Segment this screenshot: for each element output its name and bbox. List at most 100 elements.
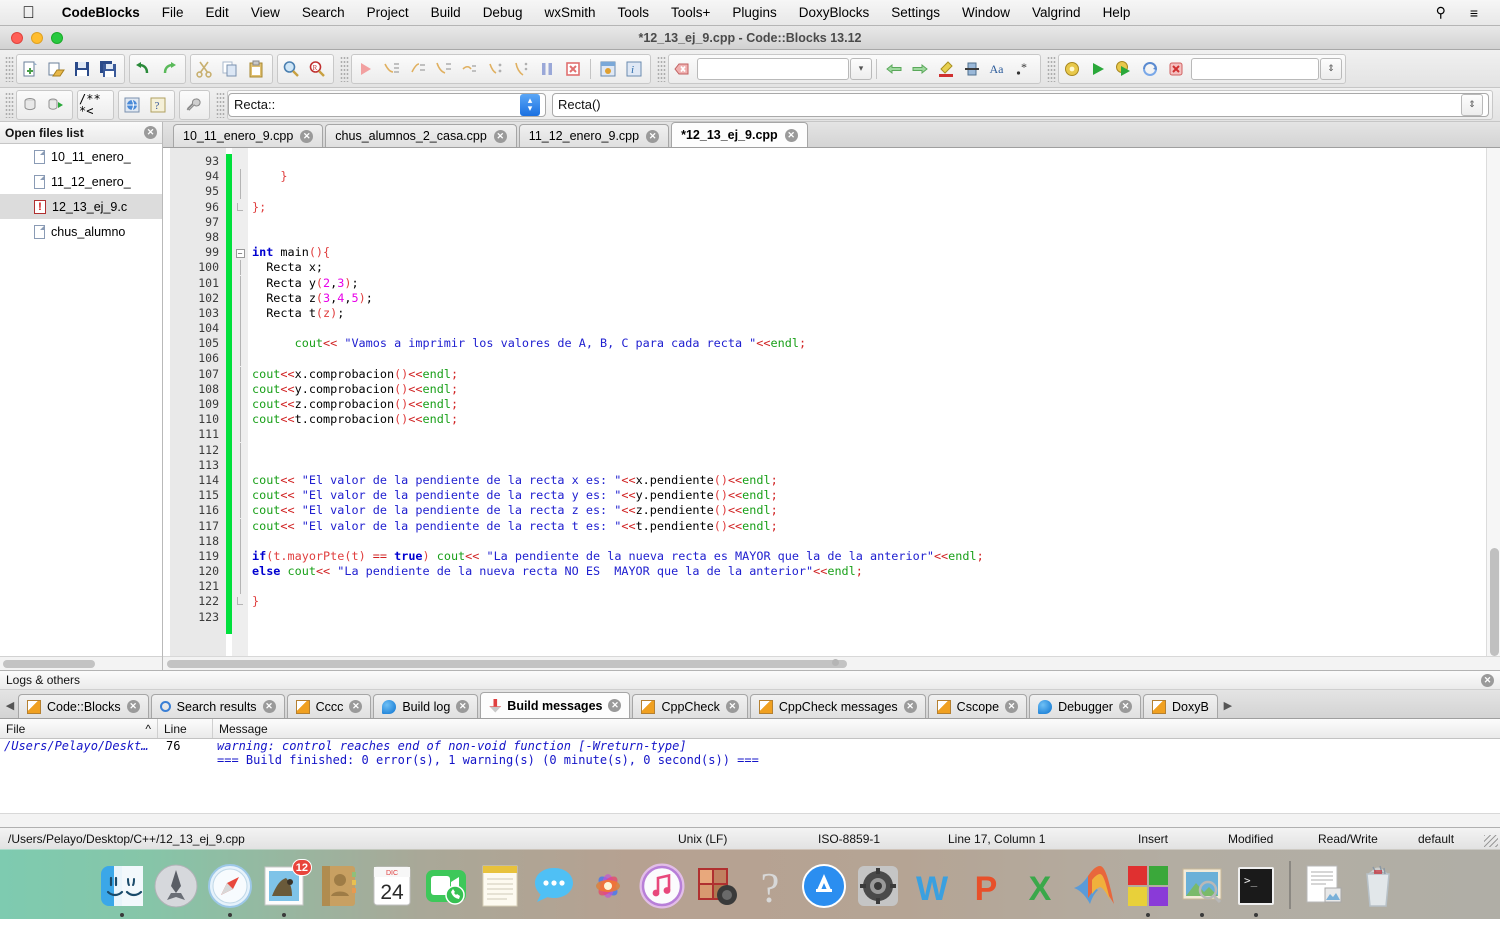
menu-item-help[interactable]: Help [1092, 5, 1142, 20]
dock-item-terminal[interactable]: >_ [1229, 853, 1283, 917]
code-line[interactable]: } [252, 169, 1486, 184]
doxyblocks-html-icon[interactable] [120, 93, 144, 117]
open-file-item-1[interactable]: 11_12_enero_ [0, 169, 162, 194]
log-tab-cccc[interactable]: Cccc ✕ [286, 694, 372, 718]
code-line[interactable]: cout<< "El valor de la pendiente de la r… [252, 473, 1486, 488]
code-editor[interactable]: 93 94 95 96 97 98 99 100 101 102 103 104 105 106 107 10… [163, 148, 1500, 656]
code-line[interactable] [252, 230, 1486, 245]
search-input[interactable] [697, 57, 849, 80]
next-icon[interactable] [908, 57, 932, 81]
column-header-file[interactable]: File ^ [0, 719, 158, 738]
run-icon[interactable] [1086, 57, 1110, 81]
close-icon[interactable]: ✕ [262, 700, 276, 713]
close-icon[interactable]: ✕ [646, 129, 660, 143]
code-line[interactable] [252, 321, 1486, 336]
fold-marker[interactable] [232, 275, 248, 291]
code-line[interactable]: cout<<t.comprobacion()<<endl; [252, 412, 1486, 427]
code-line[interactable]: cout<< "El valor de la pendiente de la r… [252, 503, 1486, 518]
fold-marker[interactable] [232, 594, 248, 609]
search-icon[interactable]: ⚲ [1424, 4, 1458, 21]
menu-item-tools[interactable]: Tools [607, 5, 661, 20]
code-line[interactable]: } [252, 594, 1486, 609]
toolbar-grip-search[interactable] [657, 55, 666, 82]
fold-marker[interactable] [232, 290, 248, 306]
dock-item-system-preferences[interactable] [851, 853, 905, 917]
open-file-item-2[interactable]: ! 12_13_ej_9.c [0, 194, 162, 219]
editor-tab-0[interactable]: 10_11_enero_9.cpp ✕ [173, 124, 324, 147]
block-comment-icon[interactable]: /** *< [79, 93, 109, 117]
fold-marker[interactable] [232, 397, 248, 412]
fold-marker[interactable] [232, 305, 248, 321]
copy-icon[interactable] [218, 57, 242, 81]
code-line[interactable] [252, 534, 1486, 549]
function-selector-arrow-icon[interactable]: ⇕ [1461, 93, 1483, 116]
menu-item-edit[interactable]: Edit [195, 5, 240, 20]
scope-selector[interactable]: Recta:: ▴ ▾ [228, 92, 546, 117]
code-line[interactable] [252, 458, 1486, 473]
rebuild-icon[interactable] [1138, 57, 1162, 81]
fold-marker[interactable] [232, 200, 248, 215]
apple-logo-icon[interactable]:  [22, 4, 35, 21]
code-line[interactable]: Recta x; [252, 260, 1486, 275]
fold-marker[interactable] [232, 427, 248, 443]
fold-marker[interactable] [232, 457, 248, 473]
dock-item-app-store[interactable] [797, 853, 851, 917]
dock-item-help-viewer[interactable]: ? [743, 853, 797, 917]
debugging-windows-icon[interactable] [596, 57, 620, 81]
code-line[interactable]: else cout<< "La pendiente de la nueva re… [252, 564, 1486, 579]
close-icon[interactable]: ✕ [608, 699, 622, 712]
close-icon[interactable]: ✕ [300, 129, 314, 143]
close-icon[interactable]: ✕ [126, 700, 140, 713]
menu-item-search[interactable]: Search [291, 5, 356, 20]
debug-step-out-function-icon[interactable] [509, 57, 533, 81]
code-text-area[interactable]: } }; int main(){ Recta x; Recta y(2,3); … [248, 148, 1486, 656]
log-tab-build-log[interactable]: Build log ✕ [373, 694, 479, 718]
debug-stop-icon[interactable] [561, 57, 585, 81]
log-tab-cppcheck-messages[interactable]: CppCheck messages ✕ [749, 694, 926, 718]
log-tab-build-messages[interactable]: Build messages ✕ [480, 692, 631, 718]
redo-icon[interactable] [157, 57, 181, 81]
fold-marker[interactable] [232, 564, 248, 580]
fold-marker[interactable] [232, 533, 248, 549]
debug-run-icon[interactable] [353, 57, 377, 81]
code-line[interactable]: Recta t(z); [252, 306, 1486, 321]
menu-item-plugins[interactable]: Plugins [721, 5, 787, 20]
fold-marker[interactable] [232, 321, 248, 337]
close-icon[interactable]: ✕ [349, 700, 363, 713]
save-icon[interactable] [70, 57, 94, 81]
abort-icon[interactable] [1164, 57, 1188, 81]
code-line[interactable] [252, 610, 1486, 625]
code-line[interactable]: cout<< "El valor de la pendiente de la r… [252, 519, 1486, 534]
toolbar-grip-doxy[interactable] [5, 91, 14, 118]
fold-marker[interactable]: − [232, 245, 248, 260]
fold-marker[interactable] [232, 169, 248, 185]
toolbar-grip-debug[interactable] [340, 55, 349, 82]
function-selector[interactable]: Recta() ⇕ [552, 92, 1489, 117]
fold-marker[interactable] [232, 215, 248, 230]
dock-item-microsoft-powerpoint[interactable]: P [959, 853, 1013, 917]
code-line[interactable] [252, 215, 1486, 230]
fold-marker[interactable] [232, 366, 248, 382]
build-target-input[interactable] [1191, 57, 1319, 80]
open-file-item-0[interactable]: 10_11_enero_ [0, 144, 162, 169]
undo-icon[interactable] [131, 57, 155, 81]
debug-step-into-instruction-icon[interactable] [483, 57, 507, 81]
build-message-row-0[interactable]: /Users/Pelayo/Deskt… 76 warning: control… [0, 739, 1500, 753]
cut-icon[interactable] [192, 57, 216, 81]
menu-item-view[interactable]: View [240, 5, 291, 20]
match-case-icon[interactable]: Aa [986, 57, 1010, 81]
close-icon[interactable]: ✕ [1481, 673, 1494, 687]
editor-tab-3[interactable]: *12_13_ej_9.cpp ✕ [671, 122, 808, 147]
find-icon[interactable] [279, 57, 303, 81]
dock-item-documents-stack[interactable] [1297, 853, 1351, 917]
fold-marker[interactable] [232, 503, 248, 519]
menu-item-app-name[interactable]: CodeBlocks [51, 5, 151, 20]
replace-icon[interactable]: R [305, 57, 329, 81]
fold-marker[interactable] [232, 336, 248, 352]
toolbar-grip[interactable] [5, 55, 14, 82]
code-line[interactable]: cout<< "El valor de la pendiente de la r… [252, 488, 1486, 503]
panel-splitter-handle[interactable] [831, 659, 839, 666]
dock-item-contacts[interactable] [311, 853, 365, 917]
debug-next-line-icon[interactable] [379, 57, 403, 81]
dock-item-photo-booth[interactable] [689, 853, 743, 917]
